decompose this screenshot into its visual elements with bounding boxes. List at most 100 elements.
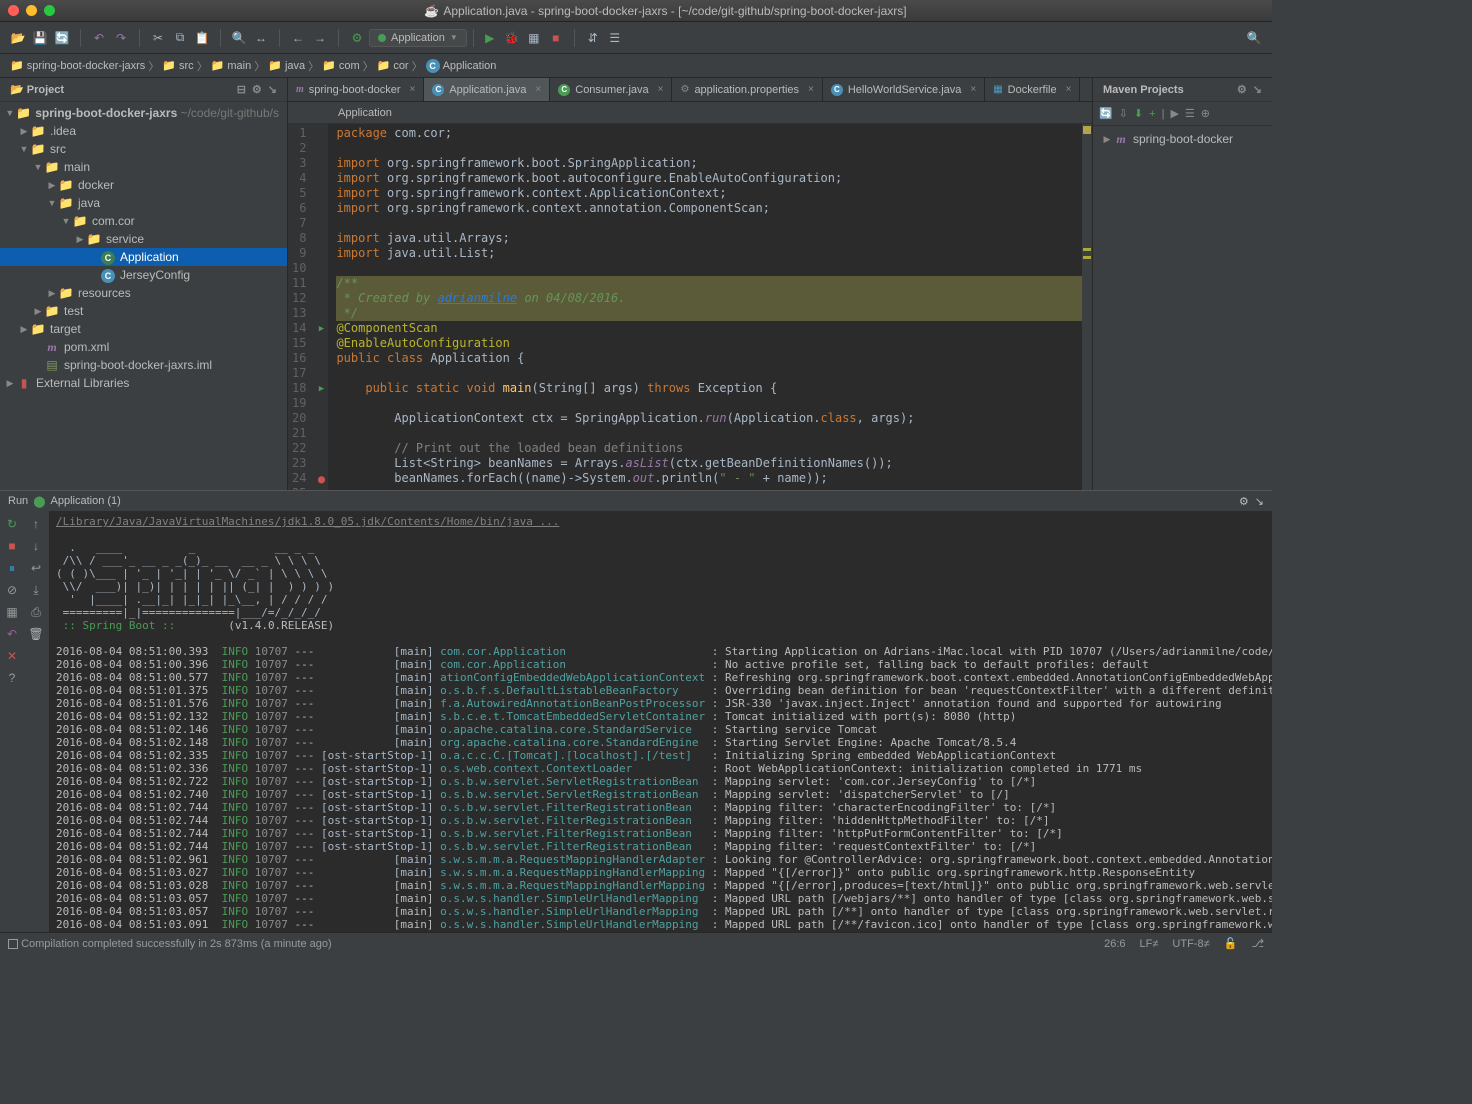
git-icon[interactable]: ⎇ (1251, 937, 1264, 950)
clear-icon[interactable]: 🗑 (27, 625, 45, 643)
hide-icon[interactable]: ↘ (1255, 495, 1264, 508)
tree-target[interactable]: ▶📁target (0, 320, 287, 338)
make-icon[interactable]: ⚙ (347, 28, 367, 48)
tree-idea[interactable]: ▶📁.idea (0, 122, 287, 140)
crumb-java[interactable]: 📁java (268, 59, 305, 72)
tree-docker[interactable]: ▶📁docker (0, 176, 287, 194)
readonly-icon[interactable]: 🔓 (1224, 937, 1238, 950)
gear-icon[interactable]: ⚙ (1239, 495, 1249, 508)
coverage-icon[interactable]: ▦ (524, 28, 544, 48)
run-gutter-icon[interactable]: ▶ (314, 381, 328, 396)
tab-dockerfile[interactable]: ▦Dockerfile× (985, 78, 1080, 101)
crumb-src[interactable]: 📁src (162, 59, 193, 72)
add-icon[interactable]: + (1149, 108, 1155, 120)
refresh-icon[interactable]: 🔄 (52, 28, 72, 48)
code-content[interactable]: package com.cor; import org.springframew… (328, 124, 1092, 490)
soft-wrap-icon[interactable]: ↩ (27, 559, 45, 577)
run-maven-icon[interactable]: ▶ (1170, 107, 1178, 120)
paste-icon[interactable]: 📋 (192, 28, 212, 48)
mac-minimize-button[interactable] (26, 5, 37, 16)
stop-icon[interactable]: ■ (3, 537, 21, 555)
gear-icon[interactable]: ⚙ (1237, 83, 1247, 96)
run-icon[interactable]: ▶ (480, 28, 500, 48)
down-icon[interactable]: ↓ (27, 537, 45, 555)
rerun-icon[interactable]: ↻ (3, 515, 21, 533)
tree-pom[interactable]: mpom.xml (0, 338, 287, 356)
generate-icon[interactable]: ⇩ (1119, 107, 1128, 120)
tab-helloworld[interactable]: CHelloWorldService.java× (823, 78, 985, 101)
close-icon[interactable]: × (658, 84, 664, 95)
up-icon[interactable]: ↑ (27, 515, 45, 533)
help-icon[interactable]: ? (3, 669, 21, 687)
close-icon[interactable]: × (410, 84, 416, 95)
tree-resources[interactable]: ▶📁resources (0, 284, 287, 302)
crumb-class[interactable]: CApplication (426, 59, 497, 73)
debug-icon[interactable]: 🐞 (502, 28, 522, 48)
maven-tree[interactable]: ▶mspring-boot-docker (1093, 126, 1272, 152)
tree-test[interactable]: ▶📁test (0, 302, 287, 320)
back-icon[interactable]: ← (288, 28, 308, 48)
todo-checkbox[interactable] (8, 939, 18, 949)
run-config-select[interactable]: Application ▼ (369, 29, 467, 47)
restore-icon[interactable]: ↶ (3, 625, 21, 643)
crumb-main[interactable]: 📁main (211, 59, 252, 72)
breakpoint-icon[interactable]: ● (314, 471, 328, 486)
editor-scrollbar[interactable] (1082, 124, 1092, 490)
gear-icon[interactable]: ⚙ (252, 83, 262, 96)
close-icon[interactable]: × (1066, 84, 1072, 95)
redo-icon[interactable]: ↷ (111, 28, 131, 48)
tab-consumer[interactable]: CConsumer.java× (550, 78, 672, 101)
tree-service[interactable]: ▶📁service (0, 230, 287, 248)
forward-icon[interactable]: → (310, 28, 330, 48)
crumb-cor[interactable]: 📁cor (377, 59, 409, 72)
scroll-end-icon[interactable]: ⤓ (27, 581, 45, 599)
mac-close-button[interactable] (8, 5, 19, 16)
close-icon[interactable]: × (535, 84, 541, 95)
download-icon[interactable]: ⬇ (1134, 107, 1143, 120)
tree-application[interactable]: CApplication (0, 248, 287, 266)
vcs-icon[interactable]: ⇵ (583, 28, 603, 48)
tab-spring-boot-docker[interactable]: mspring-boot-docker× (288, 78, 424, 101)
stop-icon[interactable]: ■ (546, 28, 566, 48)
line-separator[interactable]: LF≠ (1140, 938, 1159, 950)
collapse-icon[interactable]: ⊟ (237, 83, 246, 96)
tree-java[interactable]: ▼📁java (0, 194, 287, 212)
tree-extlib[interactable]: ▶▮External Libraries (0, 374, 287, 392)
tree-comcor[interactable]: ▼📁com.cor (0, 212, 287, 230)
line-column[interactable]: 26:6 (1104, 938, 1125, 950)
maven-root[interactable]: ▶mspring-boot-docker (1101, 130, 1264, 148)
tab-properties[interactable]: ⚙application.properties× (672, 78, 822, 101)
tree-src[interactable]: ▼📁src (0, 140, 287, 158)
find-icon[interactable]: 🔍 (229, 28, 249, 48)
toggle-icon[interactable]: ⊕ (1201, 107, 1210, 120)
crumb-com[interactable]: 📁com (322, 59, 359, 72)
copy-icon[interactable]: ⧉ (170, 28, 190, 48)
mac-maximize-button[interactable] (44, 5, 55, 16)
refresh-icon[interactable]: 🔄 (1099, 107, 1113, 120)
tree-iml[interactable]: ▤spring-boot-docker-jaxrs.iml (0, 356, 287, 374)
code-editor[interactable]: 1234567891011121314151617181920212223242… (288, 124, 1092, 490)
search-everywhere-icon[interactable]: 🔍 (1244, 28, 1264, 48)
tab-application[interactable]: CApplication.java× (424, 78, 550, 101)
save-icon[interactable]: 💾 (30, 28, 50, 48)
open-icon[interactable]: 📂 (8, 28, 28, 48)
hide-icon[interactable]: ↘ (1253, 83, 1262, 96)
structure-icon[interactable]: ☰ (605, 28, 625, 48)
pause-icon[interactable]: ⏸ (3, 559, 21, 577)
close-icon[interactable]: ✕ (3, 647, 21, 665)
console-output[interactable]: /Library/Java/JavaVirtualMachines/jdk1.8… (50, 511, 1272, 932)
crumb-root[interactable]: 📁spring-boot-docker-jaxrs (10, 59, 145, 72)
undo-icon[interactable]: ↶ (89, 28, 109, 48)
execute-icon[interactable]: ☰ (1185, 107, 1195, 120)
close-icon[interactable]: × (808, 84, 814, 95)
encoding[interactable]: UTF-8≠ (1172, 938, 1209, 950)
tree-jerseyconfig[interactable]: CJerseyConfig (0, 266, 287, 284)
replace-icon[interactable]: ↔ (251, 28, 271, 48)
print-icon[interactable]: ⎙ (27, 603, 45, 621)
tree-root[interactable]: ▼📁spring-boot-docker-jaxrs ~/code/git-gi… (0, 104, 287, 122)
dump-icon[interactable]: ▦ (3, 603, 21, 621)
run-gutter-icon[interactable]: ▶ (314, 321, 328, 336)
cut-icon[interactable]: ✂ (148, 28, 168, 48)
tree-main[interactable]: ▼📁main (0, 158, 287, 176)
project-tree[interactable]: ▼📁spring-boot-docker-jaxrs ~/code/git-gi… (0, 102, 287, 490)
